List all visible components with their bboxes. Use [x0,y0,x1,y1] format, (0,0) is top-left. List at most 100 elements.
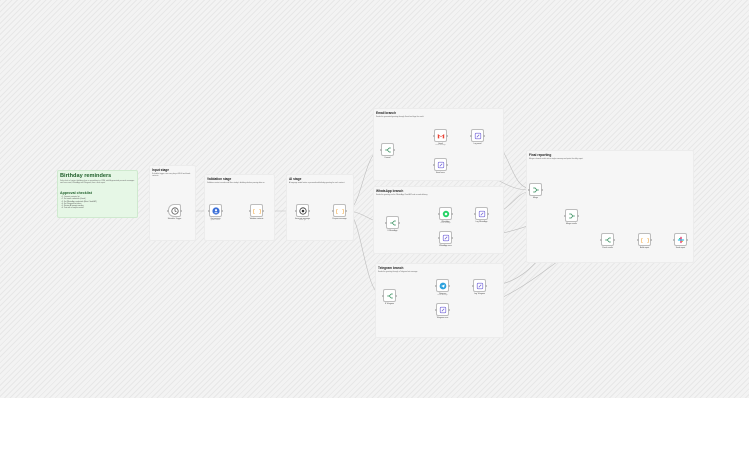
node-label: Validate contacts [249,218,264,220]
svg-text:{ }: { } [253,207,261,214]
input-handle[interactable] [295,209,297,212]
input-handle[interactable] [470,134,472,137]
node-sublabel: send: message [435,145,446,147]
output-handle[interactable] [613,238,615,241]
blueprint-note[interactable]: Birthday reminders Daily check of contac… [57,170,138,218]
input-handle[interactable] [528,188,530,191]
stage-title: WhatsApp branch [376,189,404,193]
node-label: Merge results [566,223,577,225]
stage-title: Input stage [152,168,170,172]
node-label: Prepare message [332,218,347,220]
input-handle[interactable] [438,212,440,215]
input-handle[interactable] [382,294,384,297]
blueprint-title: Birthday reminders [60,173,112,179]
telegram-icon [439,282,447,290]
input-handle[interactable] [332,209,334,212]
output-handle[interactable] [485,284,487,287]
stage-body: Merges channel results into a single sum… [529,158,584,160]
checklist-title: Approval checklist [60,191,92,195]
merge-icon [532,186,540,194]
node-label: Log WhatsApp [475,221,488,223]
input-handle[interactable] [438,236,440,239]
stage-body: Sends the greeting through a Telegram bo… [378,271,418,273]
output-handle[interactable] [487,212,489,215]
stage-title: Validation stage [207,177,232,181]
output-handle[interactable] [393,148,395,151]
output-handle[interactable] [483,134,485,137]
stage-body: Sends the generated greeting through Gma… [376,116,425,118]
stage-body: Validates contact records and filters to… [207,182,265,184]
output-handle[interactable] [451,236,453,239]
output-handle[interactable] [650,238,652,241]
checklist: 1. Connect contacts list 2. Set email cr… [61,196,133,210]
output-handle[interactable] [446,163,448,166]
input-handle[interactable] [249,209,251,212]
node-label: Telegram error [436,317,449,319]
node-sublabel: send: message [437,295,448,297]
output-handle[interactable] [686,238,688,241]
stage-title: Email branch [376,111,397,115]
node-sublabel: model: gpt [298,220,306,222]
input-handle[interactable] [385,221,387,224]
input-handle[interactable] [564,214,566,217]
output-handle[interactable] [451,212,453,215]
node-label: Log email [473,143,482,145]
output-handle[interactable] [308,209,310,212]
output-handle[interactable] [398,221,400,224]
stage-body: A language model writes a personalised b… [289,182,345,184]
output-handle[interactable] [262,209,264,212]
input-handle[interactable] [433,163,435,166]
branch-icon [604,236,612,244]
ai-icon [298,206,307,215]
node-label: Schedule Trigger [167,218,182,220]
input-handle[interactable] [433,134,435,137]
input-handle[interactable] [208,209,210,212]
edit-icon [474,132,482,140]
node-label: Email error [436,172,445,174]
stage-body: Schedule trigger runs every day at 08:00… [152,173,191,178]
output-handle[interactable] [541,188,543,191]
input-handle[interactable] [380,148,382,151]
output-handle[interactable] [577,214,579,217]
stage-title: AI stage [289,177,302,181]
output-handle[interactable] [221,209,223,212]
slack-icon [677,236,685,244]
node-label: Build report [639,247,650,249]
branch-icon [389,219,397,227]
input-handle[interactable] [472,284,474,287]
node-label: WhatsApp error [439,245,452,247]
input-handle[interactable] [474,212,476,215]
output-handle[interactable] [448,284,450,287]
stage-title: Final reporting [529,153,552,157]
output-handle[interactable] [395,294,397,297]
input-handle[interactable] [435,284,437,287]
edit-icon [439,306,447,314]
input-handle[interactable] [167,209,169,212]
input-handle[interactable] [673,238,675,241]
code-icon: { } [336,207,344,215]
checklist-item: 6. Test with a sample contact [61,207,133,209]
input-handle[interactable] [637,238,639,241]
edit-icon [476,282,484,290]
node-sublabel: getAll: contact [210,220,221,222]
node-label: Check results [602,247,613,249]
code-icon: { } [641,236,649,244]
output-handle[interactable] [180,209,182,212]
input-stage-note[interactable]: Input stage Schedule trigger runs every … [149,165,196,241]
branch-icon [384,146,392,154]
svg-text:{ }: { } [641,236,649,243]
output-handle[interactable] [345,209,347,212]
workflow-canvas[interactable]: Birthday reminders Daily check of contac… [0,0,749,398]
input-handle[interactable] [600,238,602,241]
user-icon [211,206,220,215]
output-handle[interactable] [448,308,450,311]
edit-icon [437,161,445,169]
node-sublabel: send: message [440,223,451,225]
output-handle[interactable] [446,134,448,137]
input-handle[interactable] [435,308,437,311]
stage-title: Telegram branch [378,266,404,270]
node-label: If WhatsApp [387,230,398,232]
code-icon: { } [253,207,261,215]
whatsapp-icon [442,210,450,218]
svg-text:{ }: { } [336,207,344,214]
